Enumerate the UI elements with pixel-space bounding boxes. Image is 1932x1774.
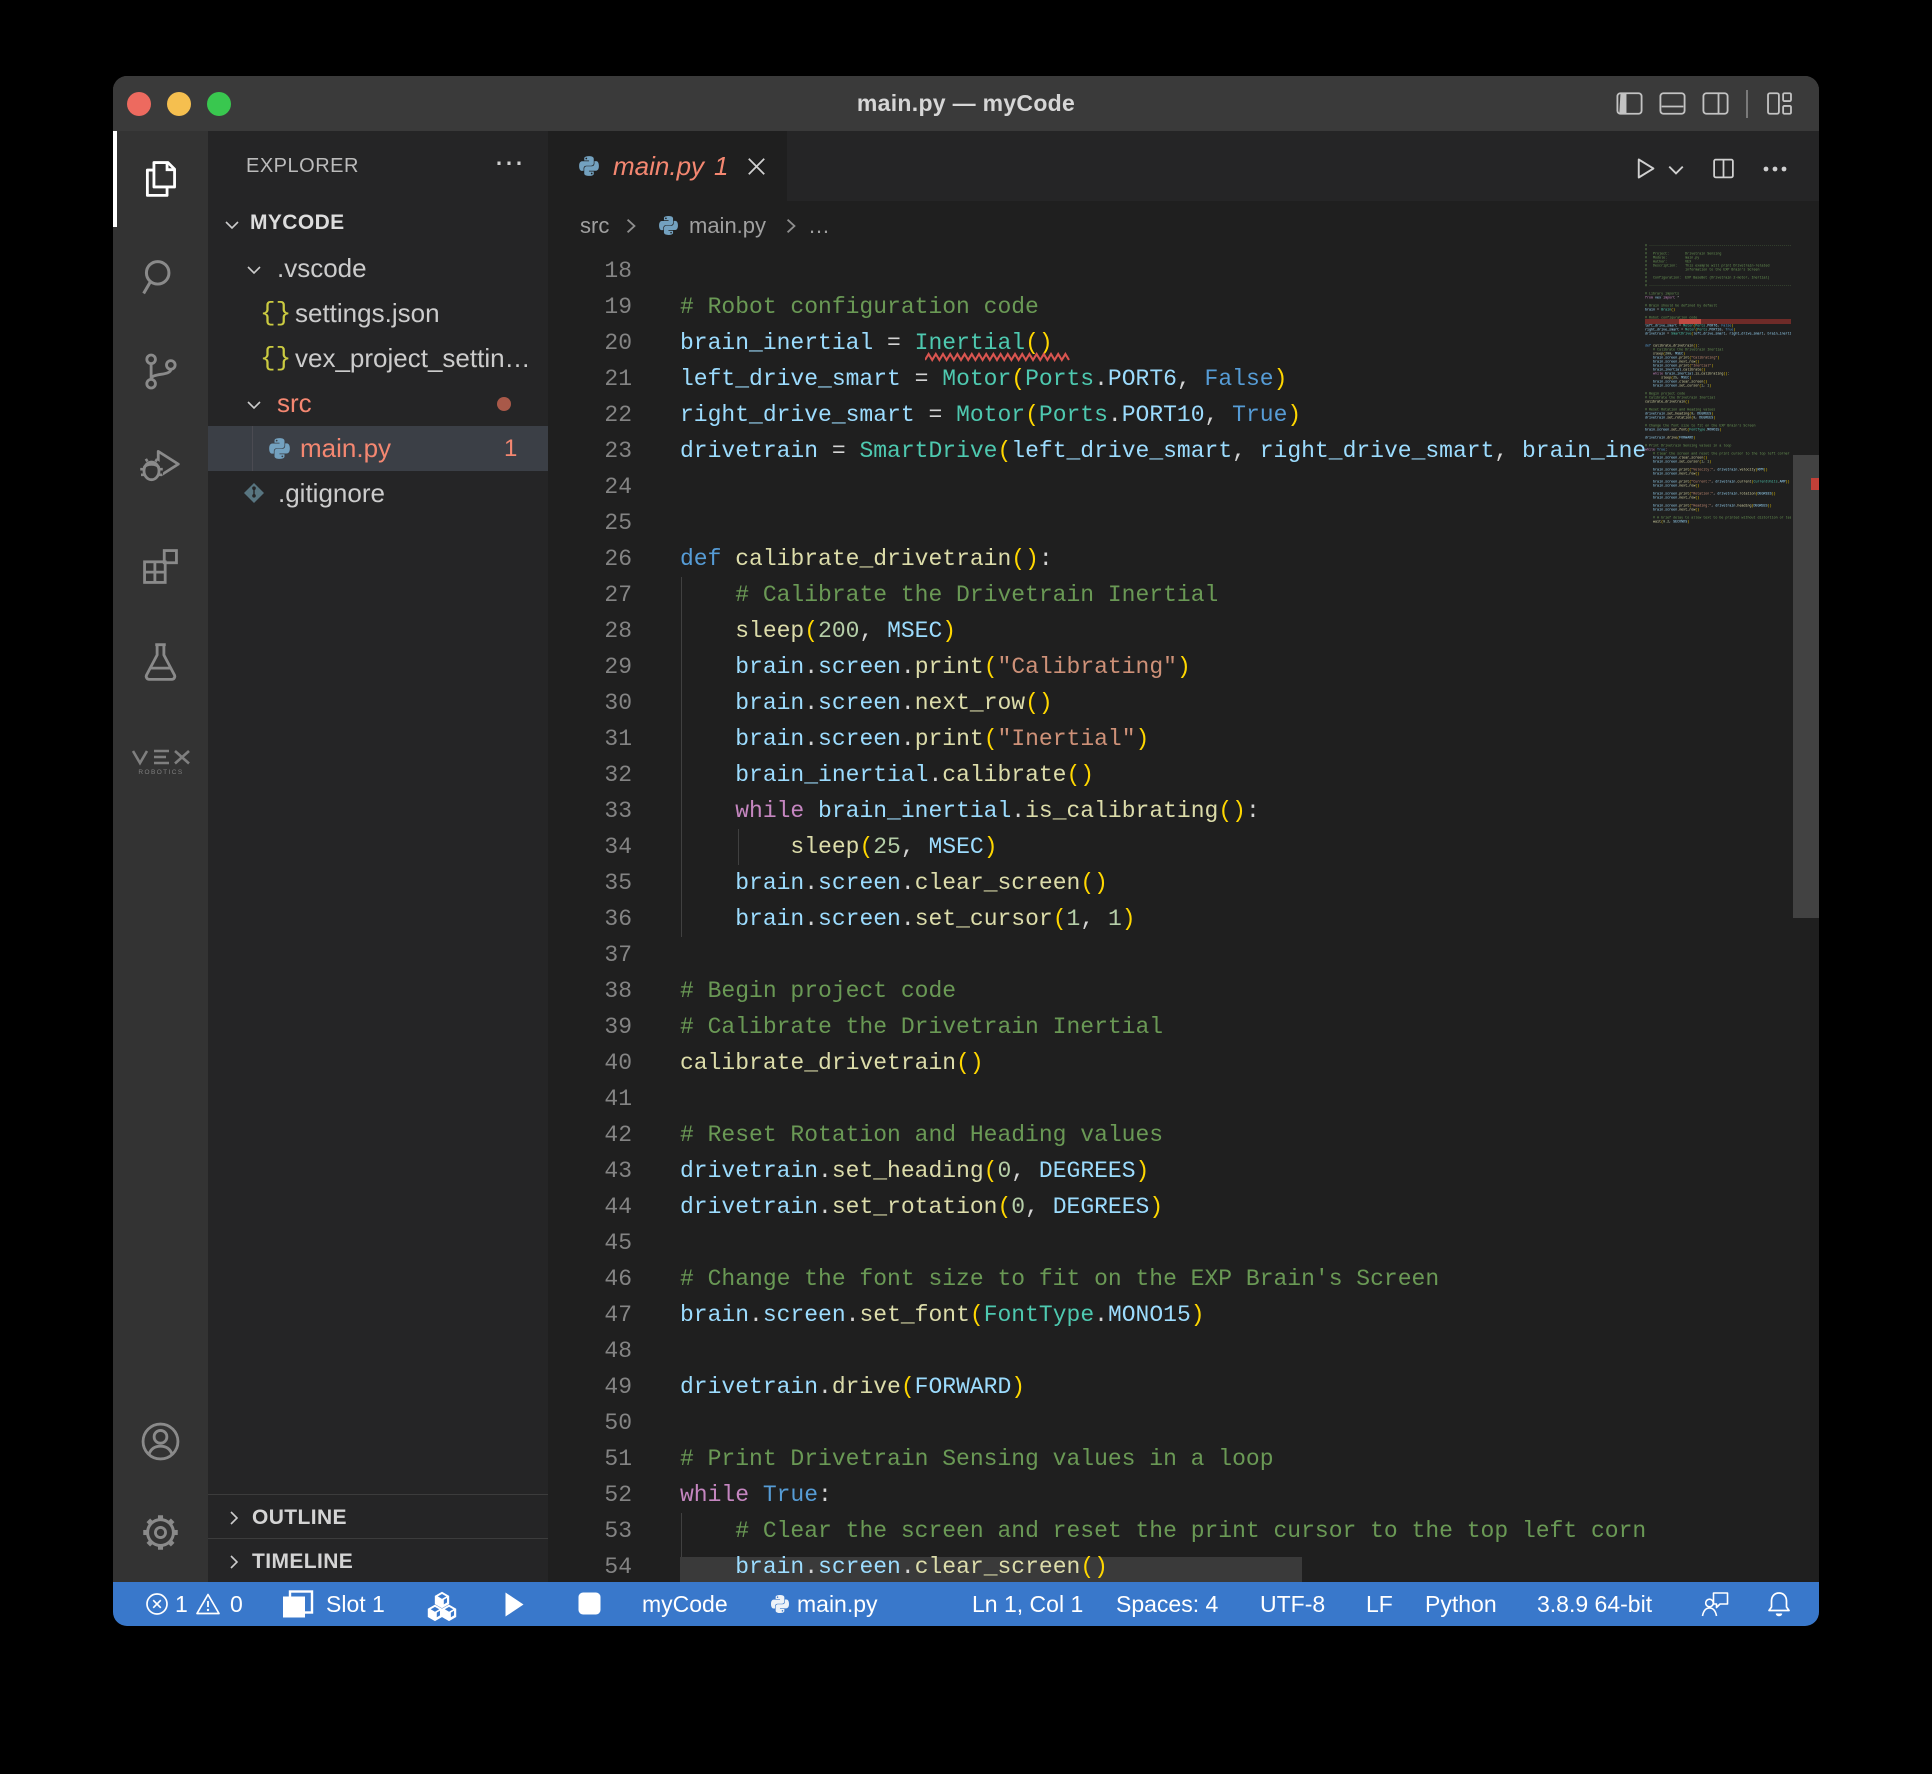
svg-text:ROBOTICS: ROBOTICS: [138, 769, 183, 776]
